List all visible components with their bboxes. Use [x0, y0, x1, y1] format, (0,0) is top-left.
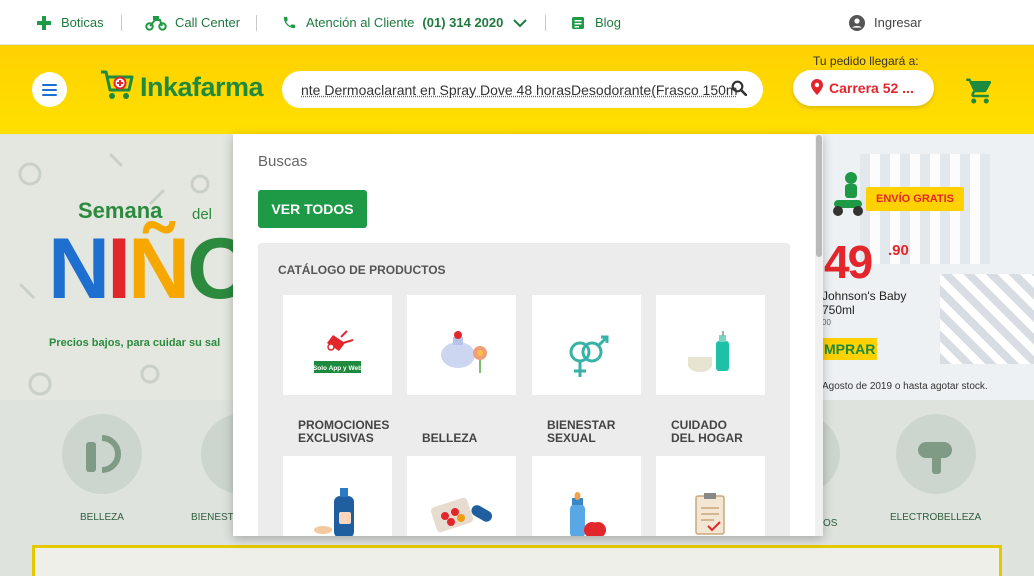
divider	[121, 15, 122, 31]
category-card-promociones[interactable]: Solo App y Web	[283, 295, 392, 395]
category-electrobelleza-label: ELECTROBELLEZA	[890, 512, 982, 523]
nail-polish-icon	[86, 435, 121, 473]
hamburger-menu-button[interactable]	[32, 72, 67, 107]
category-card-cuidado-hogar[interactable]	[656, 295, 765, 395]
promo-price: 49	[824, 236, 873, 288]
catalog-title: CATÁLOGO DE PRODUCTOS	[278, 263, 446, 277]
hero-letter: N	[48, 221, 110, 317]
hero-nino-title: NIÑO	[48, 226, 254, 312]
free-shipping-badge: ENVÍO GRATIS	[866, 187, 964, 211]
category-card-bienestar-sexual[interactable]	[532, 295, 641, 395]
category-card[interactable]	[656, 456, 765, 536]
scrollbar-thumb[interactable]	[816, 135, 822, 257]
inkafarma-logo[interactable]: Inkafarma	[100, 69, 264, 106]
card-label-belleza: BELLEZA	[422, 431, 478, 445]
call-center-link[interactable]: Call Center	[145, 0, 240, 45]
search-suggestions-dropdown: Buscas VER TODOS CATÁLOGO DE PRODUCTOS S…	[233, 134, 823, 536]
plus-cross-icon	[35, 14, 53, 32]
promo-product-line: 750ml	[822, 303, 855, 317]
menu-line	[42, 88, 57, 91]
gender-symbols-icon	[569, 335, 609, 377]
promo-card-badge: Solo App y Web	[313, 365, 362, 372]
promo-product-name: Johnson's Baby 750ml	[822, 289, 906, 317]
dropdown-scrollbar[interactable]	[815, 134, 823, 536]
delivery-motorbike-icon	[145, 14, 167, 32]
phone-number: (01) 314 2020	[422, 15, 504, 30]
divider	[545, 15, 546, 31]
delivery-label: Tu pedido llegará a:	[813, 54, 919, 68]
category-card-belleza[interactable]	[407, 295, 516, 395]
search-icon[interactable]	[731, 80, 748, 97]
buy-button[interactable]: MPRAR	[820, 338, 877, 360]
divider	[256, 15, 257, 31]
promo-tag-icon: Solo App y Web	[313, 330, 362, 373]
product-catalog-panel: CATÁLOGO DE PRODUCTOS Solo App y Web PRO…	[258, 243, 790, 536]
login-label: Ingresar	[874, 15, 922, 30]
category-belleza-label: BELLEZA	[80, 512, 124, 523]
location-pin-icon	[811, 78, 823, 98]
search-box[interactable]	[282, 71, 763, 108]
card-label-promociones: PROMOCIONES EXCLUSIVAS	[298, 418, 390, 445]
soap-bottle-icon	[314, 488, 354, 536]
category-bienestar-label: BIENEST	[191, 512, 234, 523]
delivery-address: Carrera 52 ...	[829, 80, 914, 96]
phone-icon	[280, 14, 298, 32]
category-card[interactable]	[407, 456, 516, 536]
bottom-banner	[32, 545, 1002, 576]
promo-price-decimals: .90	[888, 242, 909, 259]
dropdown-title: Buscas	[258, 153, 308, 170]
pills-icon	[430, 497, 493, 533]
blog-link[interactable]: Blog	[569, 0, 621, 45]
logo-wordmark: Inkafarma	[140, 71, 264, 102]
clipboard-icon	[695, 493, 725, 535]
baby-bottle-icon	[570, 492, 606, 536]
promo-legal-text: Agosto de 2019 o hasta agotar stock.	[822, 381, 988, 392]
user-account-icon	[848, 14, 866, 32]
blog-label: Blog	[595, 15, 622, 30]
main-header: Inkafarma Tu pedido llegará a: Carrera 5…	[0, 45, 1034, 134]
cart-cross-logo-icon	[100, 69, 134, 106]
household-cleaning-icon	[688, 331, 729, 372]
see-all-button[interactable]: VER TODOS	[258, 190, 367, 228]
search-input[interactable]	[282, 71, 737, 108]
category-belleza-circle[interactable]	[62, 414, 142, 494]
perfume-icon	[441, 331, 487, 373]
category-electrobelleza-circle[interactable]	[896, 414, 976, 494]
menu-line	[42, 83, 57, 86]
hero-letter: Ñ	[128, 221, 190, 317]
shopping-cart-icon[interactable]	[965, 76, 995, 106]
hero-letter: I	[107, 221, 131, 317]
promo-product-line: Johnson's Baby	[822, 289, 907, 303]
menu-line	[42, 93, 57, 96]
zigzag-decoration	[940, 274, 1034, 364]
delivery-rider-icon	[830, 170, 868, 223]
delivery-address-button[interactable]: Carrera 52 ...	[793, 70, 934, 106]
hero-subtitle: Precios bajos, para cuidar su sal	[49, 337, 221, 349]
boticas-link[interactable]: Boticas	[35, 0, 104, 45]
call-center-label: Call Center	[175, 15, 241, 30]
blog-icon	[569, 14, 587, 32]
category-card[interactable]	[532, 456, 641, 536]
login-link[interactable]: Ingresar	[848, 0, 922, 45]
card-label-bienestar-sexual: BIENESTAR SEXUAL	[547, 418, 616, 445]
atencion-label: Atención al Cliente	[306, 15, 415, 30]
atencion-cliente-dropdown[interactable]: Atención al Cliente (01) 314 2020	[280, 0, 529, 45]
chevron-down-icon	[511, 14, 529, 32]
top-utility-bar: Boticas Call Center Atención al Cliente …	[0, 0, 1034, 45]
card-label-cuidado-hogar: CUIDADO DEL HOGAR	[671, 418, 743, 445]
category-card[interactable]	[283, 456, 392, 536]
hair-dryer-icon	[918, 442, 952, 474]
boticas-label: Boticas	[61, 15, 104, 30]
promo-old-price: 00	[822, 318, 831, 327]
category-label: OS	[823, 518, 838, 529]
